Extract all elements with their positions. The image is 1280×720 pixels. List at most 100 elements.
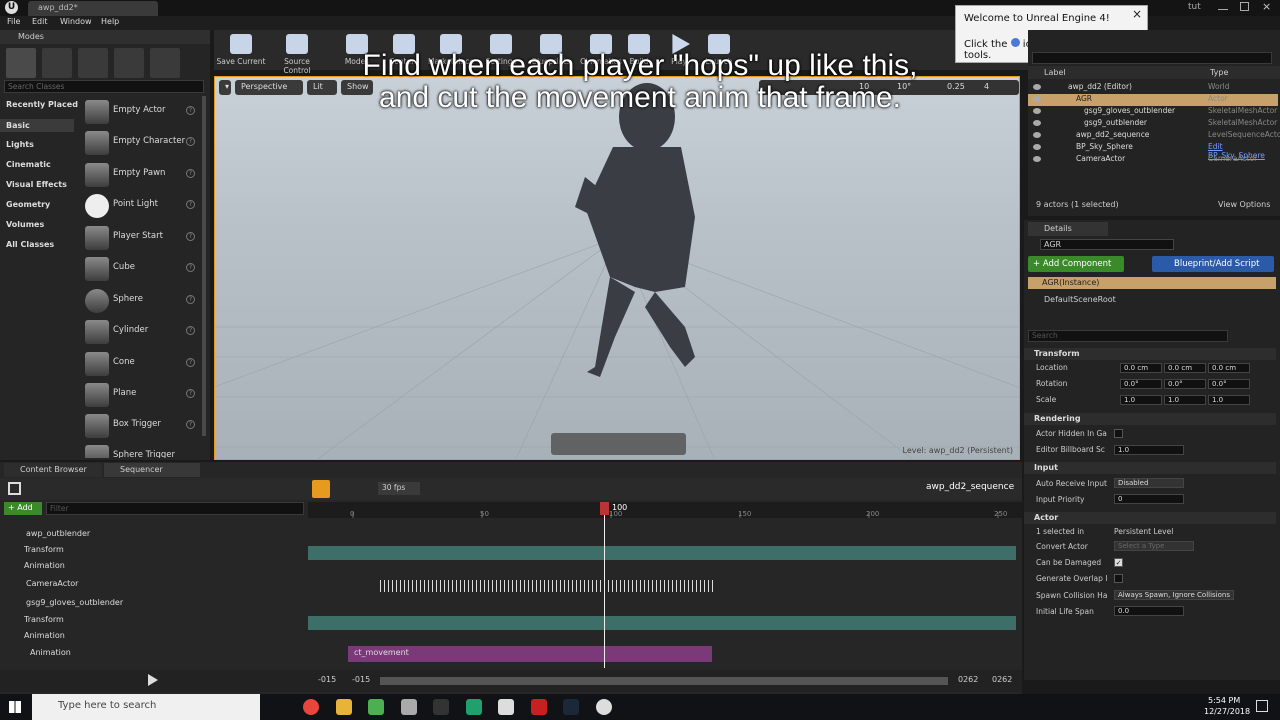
view-end-field[interactable]: 0262 bbox=[958, 675, 978, 684]
place-item[interactable]: Empty Character? bbox=[83, 128, 201, 158]
input-priority-field[interactable]: 0 bbox=[1114, 494, 1184, 504]
menu-edit[interactable]: Edit bbox=[32, 17, 48, 26]
content-browser-tab[interactable]: Content Browser bbox=[4, 463, 102, 477]
save-icon[interactable] bbox=[8, 482, 21, 495]
category-lights[interactable]: Lights bbox=[6, 140, 34, 149]
outliner-row[interactable]: CameraActor CameraActor bbox=[1028, 154, 1278, 166]
outliner-row[interactable]: awp_dd2_sequence LevelSequenceActor bbox=[1028, 130, 1280, 142]
playhead-line[interactable] bbox=[604, 506, 605, 668]
help-icon[interactable]: ? bbox=[186, 169, 195, 178]
help-icon[interactable]: ? bbox=[186, 200, 195, 209]
steam-icon[interactable] bbox=[563, 699, 579, 715]
help-icon[interactable]: ? bbox=[186, 232, 195, 241]
add-track-button[interactable]: + Add bbox=[4, 502, 42, 515]
menu-help[interactable]: Help bbox=[101, 17, 119, 26]
viewport-transport-controls[interactable] bbox=[551, 433, 686, 455]
unreal-engine-icon[interactable] bbox=[596, 699, 612, 715]
app-icon[interactable] bbox=[433, 699, 449, 715]
transform-lane[interactable] bbox=[308, 546, 1016, 560]
place-item[interactable]: Cube? bbox=[83, 254, 201, 284]
app-icon[interactable] bbox=[498, 699, 514, 715]
track-camera-actor[interactable]: CameraActor bbox=[0, 579, 306, 595]
track-awp-outblender[interactable]: awp_outblender bbox=[0, 529, 306, 545]
outliner-search-input[interactable] bbox=[1032, 52, 1272, 64]
hidden-in-game-checkbox[interactable] bbox=[1114, 429, 1123, 438]
document-tab[interactable]: awp_dd2* bbox=[28, 1, 158, 16]
app-icon[interactable] bbox=[368, 699, 384, 715]
chrome-icon[interactable] bbox=[303, 699, 319, 715]
range-start-field[interactable]: -015 bbox=[318, 675, 336, 684]
place-item[interactable]: Cylinder? bbox=[83, 317, 201, 347]
track-animation[interactable]: Animation bbox=[0, 631, 306, 647]
place-item[interactable]: Box Trigger? bbox=[83, 411, 201, 441]
timeline-scrollbar[interactable] bbox=[380, 677, 948, 685]
camera-keyframes[interactable] bbox=[380, 580, 713, 592]
track-transform[interactable]: Transform bbox=[0, 545, 306, 561]
outliner-row[interactable]: gsg9_gloves_outblender SkeletalMeshActor bbox=[1028, 106, 1278, 118]
app-icon[interactable] bbox=[401, 699, 417, 715]
instance-row[interactable]: AGR(Instance) bbox=[1028, 277, 1276, 289]
can-be-damaged-checkbox[interactable]: ✓ bbox=[1114, 558, 1123, 567]
windows-start-icon[interactable] bbox=[9, 701, 21, 713]
category-volumes[interactable]: Volumes bbox=[6, 220, 44, 229]
view-options-button[interactable]: View Options bbox=[1218, 200, 1270, 209]
transform-lane[interactable] bbox=[308, 616, 1016, 630]
help-icon[interactable]: ? bbox=[186, 326, 195, 335]
rotation-y-field[interactable]: 0.0° bbox=[1164, 379, 1206, 389]
taskbar-search-input[interactable]: Type here to search bbox=[32, 694, 260, 720]
menu-window[interactable]: Window bbox=[60, 17, 92, 26]
actor-name-field[interactable]: AGR bbox=[1040, 239, 1174, 250]
clock-date[interactable]: 12/27/2018 bbox=[1204, 707, 1250, 716]
fps-select[interactable]: 30 fps bbox=[378, 482, 420, 495]
track-gsg9-gloves[interactable]: gsg9_gloves_outblender bbox=[0, 598, 306, 614]
initial-life-span-field[interactable]: 0.0 bbox=[1114, 606, 1184, 616]
help-icon[interactable]: ? bbox=[186, 295, 195, 304]
app-icon[interactable] bbox=[466, 699, 482, 715]
actor-section[interactable]: Actor bbox=[1024, 512, 1276, 524]
details-search-input[interactable]: Search bbox=[1028, 330, 1228, 342]
scale-z-field[interactable]: 1.0 bbox=[1208, 395, 1250, 405]
category-cinematic[interactable]: Cinematic bbox=[6, 160, 51, 169]
location-label[interactable]: Location bbox=[1036, 363, 1068, 372]
category-all-classes[interactable]: All Classes bbox=[6, 240, 54, 249]
file-explorer-icon[interactable] bbox=[336, 699, 352, 715]
sequencer-tab[interactable]: Sequencer bbox=[104, 463, 200, 477]
billboard-scale-field[interactable]: 1.0 bbox=[1114, 445, 1184, 455]
filter-input[interactable]: Filter bbox=[46, 502, 304, 515]
range-end-field[interactable]: 0262 bbox=[992, 675, 1012, 684]
help-icon[interactable]: ? bbox=[186, 420, 195, 429]
minimize-button[interactable] bbox=[1218, 2, 1228, 10]
visibility-eye-icon[interactable] bbox=[1033, 156, 1041, 162]
track-transform[interactable]: Transform bbox=[0, 615, 306, 631]
label-column-header[interactable]: Label bbox=[1044, 68, 1066, 77]
app-icon[interactable] bbox=[531, 699, 547, 715]
auto-receive-input-select[interactable]: Disabled bbox=[1114, 478, 1184, 488]
menu-file[interactable]: File bbox=[7, 17, 20, 26]
spawn-collision-select[interactable]: Always Spawn, Ignore Collisions bbox=[1114, 590, 1234, 600]
tooltip-close-icon[interactable]: × bbox=[1132, 7, 1142, 21]
convert-actor-select[interactable]: Select a Type bbox=[1114, 541, 1194, 551]
visibility-eye-icon[interactable] bbox=[1033, 108, 1041, 114]
help-icon[interactable]: ? bbox=[186, 137, 195, 146]
animation-clip[interactable]: ct_movement bbox=[348, 646, 712, 662]
visibility-eye-icon[interactable] bbox=[1033, 96, 1041, 102]
transform-section[interactable]: Transform bbox=[1024, 348, 1276, 360]
close-button[interactable]: × bbox=[1262, 0, 1271, 13]
help-icon[interactable]: ? bbox=[186, 358, 195, 367]
rendering-section[interactable]: Rendering bbox=[1024, 413, 1276, 425]
scale-x-field[interactable]: 1.0 bbox=[1120, 395, 1162, 405]
default-scene-root-row[interactable]: DefaultSceneRoot bbox=[1044, 295, 1116, 304]
place-item[interactable]: Empty Pawn? bbox=[83, 160, 201, 190]
place-item[interactable]: Sphere? bbox=[83, 286, 201, 316]
rotation-z-field[interactable]: 0.0° bbox=[1208, 379, 1250, 389]
place-item[interactable]: Player Start? bbox=[83, 223, 201, 253]
track-animation[interactable]: Animation bbox=[0, 561, 306, 577]
scale-label[interactable]: Scale bbox=[1036, 395, 1056, 404]
visibility-eye-icon[interactable] bbox=[1033, 132, 1041, 138]
generate-overlap-checkbox[interactable] bbox=[1114, 574, 1123, 583]
category-visual-effects[interactable]: Visual Effects bbox=[6, 180, 67, 189]
category-basic[interactable]: Basic bbox=[0, 119, 74, 132]
help-icon[interactable]: ? bbox=[186, 389, 195, 398]
place-item[interactable]: Cone? bbox=[83, 349, 201, 379]
help-icon[interactable]: ? bbox=[186, 263, 195, 272]
